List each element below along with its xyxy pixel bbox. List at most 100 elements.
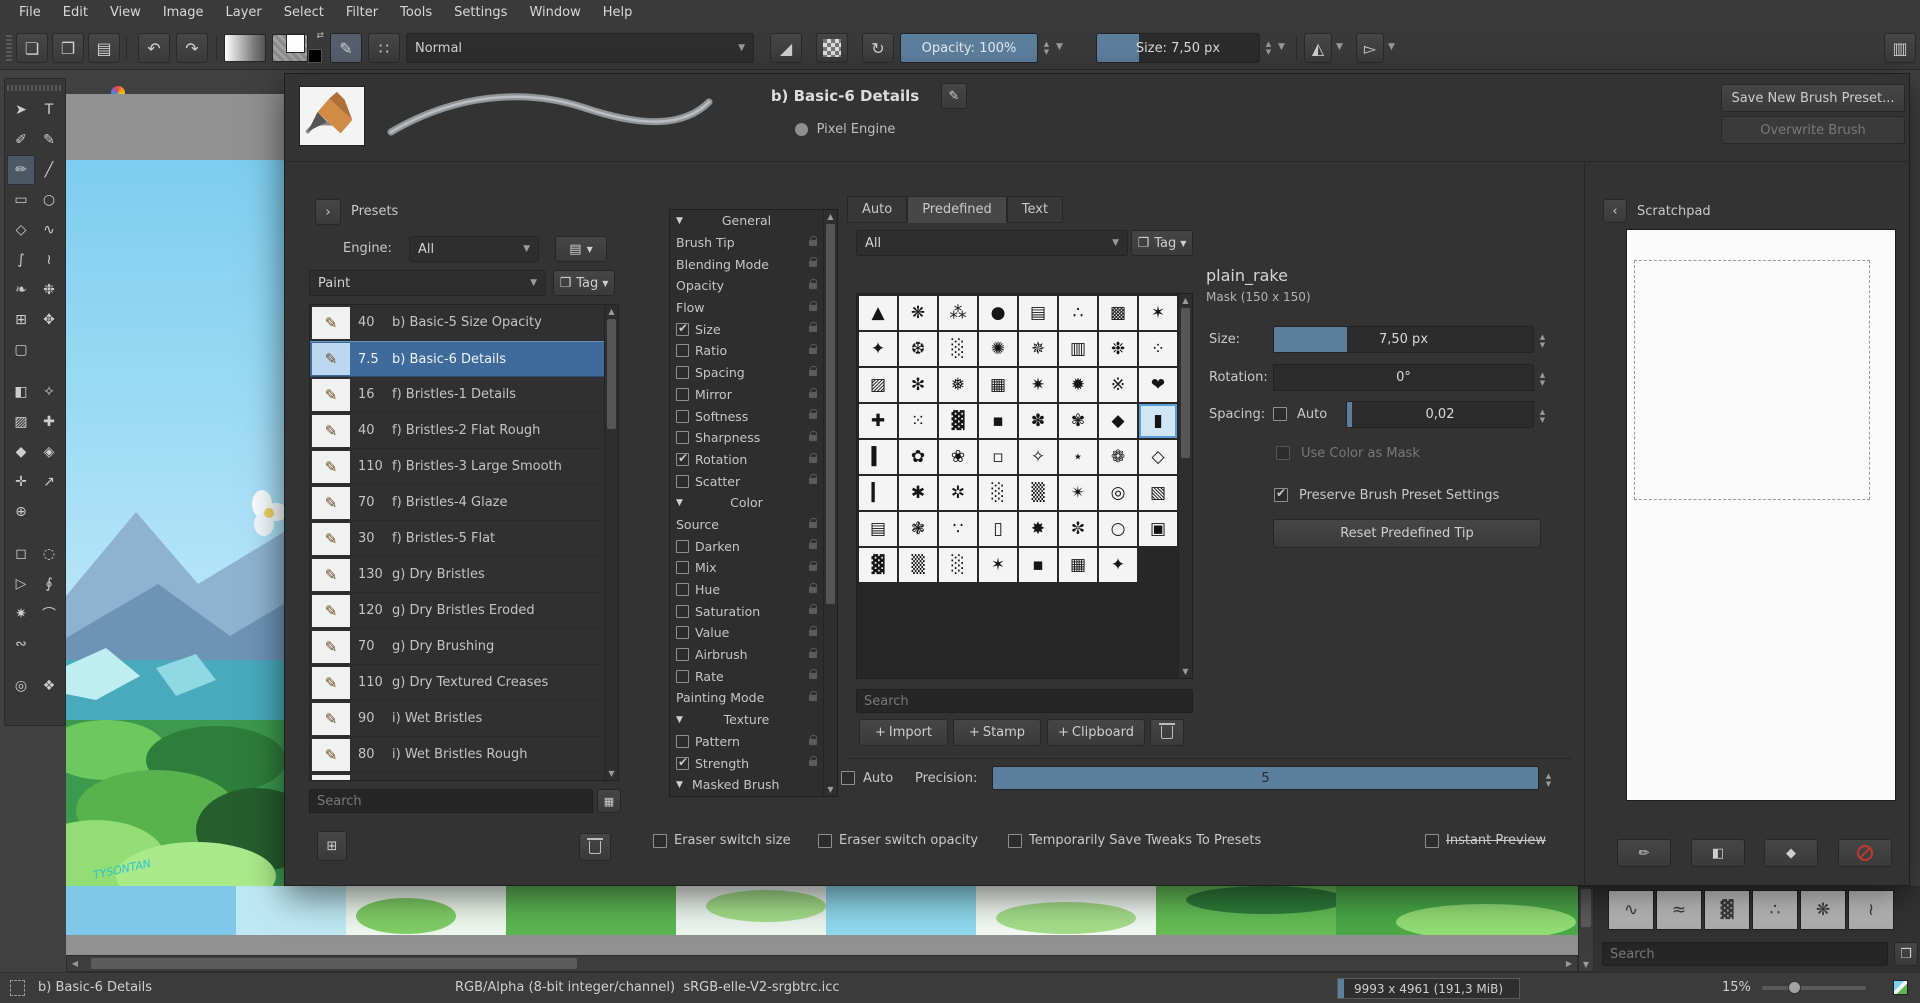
undo-button[interactable]: ↶ — [138, 33, 170, 63]
delete-preset-button[interactable] — [579, 833, 611, 861]
tool-calligraphy[interactable]: ✎ — [35, 125, 63, 155]
brush-tip[interactable]: ⋆ — [1059, 440, 1097, 474]
tool-fill[interactable]: ◆ — [7, 437, 35, 467]
tip-rotation-spinner[interactable]: ▲▼ — [1536, 366, 1549, 392]
option-checkbox[interactable] — [676, 453, 689, 466]
brush-tip[interactable]: ▲ — [859, 296, 897, 330]
gradient-chooser[interactable] — [224, 34, 266, 62]
foreground-background-colors[interactable]: ⇄ — [284, 33, 324, 63]
brush-tip[interactable]: ▣ — [1139, 512, 1177, 546]
tool-polygon[interactable]: ◇ — [7, 215, 35, 245]
tool-freehand-brush[interactable]: ✏ — [7, 155, 35, 185]
tag-filter-combo[interactable]: Paint▼ — [309, 270, 546, 296]
size-options-icon[interactable]: ▼ — [1278, 42, 1285, 52]
menu-file[interactable]: File — [8, 0, 52, 26]
option-checkbox[interactable] — [676, 410, 689, 423]
scrollbar-thumb[interactable] — [826, 224, 835, 604]
add-resource-button[interactable]: ⊞ — [317, 831, 347, 861]
preset-row-g-dry-bristles-eroded[interactable]: ✎120g) Dry Bristles Eroded — [310, 593, 618, 629]
zoom-slider[interactable] — [1762, 986, 1866, 990]
preserve-alpha-button[interactable] — [816, 33, 848, 63]
brush-tip[interactable]: ✦ — [1099, 548, 1137, 582]
open-image-button[interactable]: ❐ — [52, 33, 84, 63]
mirror-vertical-button[interactable]: ▻ — [1356, 33, 1384, 63]
preset-view-mode-button[interactable]: ▤▼ — [555, 236, 607, 262]
preset-history-thumbnail[interactable]: ≈ — [1656, 890, 1702, 930]
preset-row-f-bristles-5-flat[interactable]: ✎30f) Bristles-5 Flat — [310, 521, 618, 557]
tip-spacing-spinner[interactable]: ▲▼ — [1536, 403, 1549, 429]
scratchpad-collapse-button[interactable]: ‹ — [1603, 199, 1627, 223]
brush-tip[interactable]: ✽ — [1019, 404, 1057, 438]
option-flow[interactable]: Flow — [670, 297, 837, 319]
scroll-up-icon[interactable]: ▲ — [605, 305, 618, 318]
brush-tip[interactable]: ⁂ — [939, 296, 977, 330]
tool-measure[interactable]: ↗ — [35, 467, 63, 497]
preset-row-b-basic-5-size-opacity[interactable]: ✎40b) Basic-5 Size Opacity — [310, 305, 618, 341]
tool-move[interactable]: ✥ — [35, 305, 63, 335]
option-spacing[interactable]: Spacing — [670, 362, 837, 384]
tip-size-spinner[interactable]: ▲▼ — [1536, 328, 1549, 354]
preset-row-b-basic-6-details[interactable]: ✎7.5b) Basic-6 Details — [310, 341, 618, 377]
checkbox[interactable] — [818, 834, 832, 848]
scroll-up-icon[interactable]: ▲ — [1179, 294, 1192, 307]
tool-magnetic-select[interactable]: ⌒ — [35, 599, 63, 629]
import-tip-button[interactable]: +Import — [859, 719, 948, 746]
brush-tip[interactable]: ※ — [1099, 368, 1137, 402]
brush-tip[interactable]: ✸ — [1019, 512, 1057, 546]
option-checkbox[interactable] — [676, 431, 689, 444]
checkbox[interactable] — [1008, 834, 1022, 848]
tool-reference-images[interactable]: ⊕ — [7, 497, 35, 527]
scroll-down-icon[interactable]: ▼ — [605, 767, 618, 780]
menu-settings[interactable]: Settings — [443, 0, 518, 26]
option-pattern[interactable]: Pattern — [670, 731, 837, 753]
preset-chooser-button[interactable]: ∷ — [368, 33, 400, 63]
hscroll-thumb[interactable] — [91, 958, 577, 969]
brush-tip[interactable]: ▥ — [1059, 332, 1097, 366]
menu-layer[interactable]: Layer — [215, 0, 273, 26]
tool-multibrush[interactable]: ❉ — [35, 275, 63, 305]
delete-tip-button[interactable] — [1150, 719, 1184, 746]
brush-tip[interactable]: ▧ — [1139, 476, 1177, 510]
tab-text[interactable]: Text — [1007, 196, 1063, 223]
clipboard-tip-button[interactable]: +Clipboard — [1047, 719, 1145, 746]
preset-history-thumbnail[interactable]: ≀ — [1848, 890, 1894, 930]
brush-tip[interactable]: ⁙ — [899, 404, 937, 438]
save-search-as-tag-button[interactable]: ▦ — [597, 789, 621, 813]
tool-line[interactable]: ╱ — [35, 155, 63, 185]
scrollbar-thumb[interactable] — [1181, 308, 1190, 458]
brush-tip[interactable]: ▨ — [859, 368, 897, 402]
brush-tip[interactable]: ▮ — [1139, 404, 1177, 438]
option-painting-mode[interactable]: Painting Mode — [670, 687, 837, 709]
option-checkbox[interactable] — [676, 540, 689, 553]
scroll-down-icon[interactable]: ▼ — [824, 783, 837, 796]
option-softness[interactable]: Softness — [670, 405, 837, 427]
brush-tip[interactable]: ▍ — [859, 440, 897, 474]
preset-row-f-bristles-3-large-smooth[interactable]: ✎110f) Bristles-3 Large Smooth — [310, 449, 618, 485]
scroll-up-icon[interactable]: ▲ — [824, 210, 837, 223]
option-value[interactable]: Value — [670, 622, 837, 644]
toolbox-handle[interactable] — [7, 85, 63, 91]
preset-history-thumbnail[interactable]: ∿ — [1608, 890, 1654, 930]
zoom-slider-knob[interactable] — [1788, 981, 1801, 994]
tool-rectangle[interactable]: ▭ — [7, 185, 35, 215]
brush-tip[interactable]: ▎ — [859, 476, 897, 510]
footer-option-eraser-switch-opacity[interactable]: Eraser switch opacity — [818, 833, 978, 848]
brush-tip[interactable]: ∴ — [1059, 296, 1097, 330]
mirror-horizontal-options-icon[interactable]: ▼ — [1336, 42, 1343, 52]
preset-row-g-dry-textured-creases[interactable]: ✎110g) Dry Textured Creases — [310, 665, 618, 701]
docker-save-resource-button[interactable]: ❒ — [1894, 942, 1918, 966]
new-image-button[interactable]: ❏ — [16, 33, 48, 63]
reload-original-preset-button[interactable]: ↻ — [862, 33, 894, 63]
brush-tip[interactable]: ◇ — [1139, 440, 1177, 474]
tool-polygon-select[interactable]: ▷ — [7, 569, 35, 599]
size-slider[interactable]: Size: 7,50 px — [1096, 33, 1260, 63]
blending-mode-combo[interactable]: Normal ▼ — [406, 33, 754, 63]
workspace-chooser-button[interactable]: ▥ — [1884, 33, 1916, 63]
brush-tip[interactable]: ❀ — [939, 440, 977, 474]
swap-colors-icon[interactable]: ⇄ — [316, 31, 324, 41]
scroll-down-icon[interactable]: ▼ — [1579, 957, 1593, 971]
precision-spinner[interactable]: ▲▼ — [1542, 767, 1555, 793]
brush-tip[interactable]: ▦ — [1059, 548, 1097, 582]
tool-rect-select[interactable]: ◻ — [7, 539, 35, 569]
option-texture[interactable]: ▼Texture — [670, 709, 837, 731]
